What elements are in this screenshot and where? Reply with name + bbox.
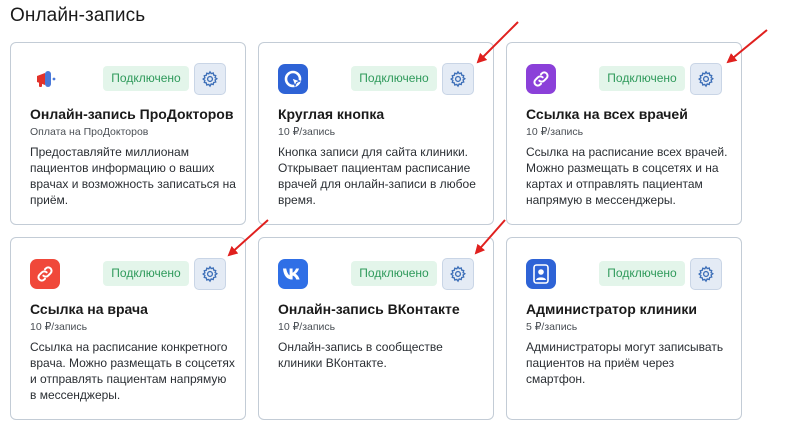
integration-card-prodoctorov: Подключено Онлайн-запись ПроДокторов Опл… [10,42,246,225]
gear-icon [202,70,219,88]
gear-icon [450,70,467,88]
settings-button[interactable] [442,63,474,95]
gear-icon [698,265,715,283]
card-price: Оплата на ПроДокторов [30,126,149,138]
admin-person-icon [526,259,556,289]
integration-card-doctor-link: Подключено Ссылка на врача 10 ₽/запись С… [10,237,246,420]
integration-card-round-button: Подключено Круглая кнопка 10 ₽/запись Кн… [258,42,494,225]
card-description: Ссылка на расписание конкретного врача. … [30,340,235,402]
status-badge: Подключено [599,66,685,91]
card-price: 10 ₽/запись [278,321,336,333]
gear-icon [202,265,219,283]
card-description: Ссылка на расписание всех врачей. Можно … [526,145,728,207]
card-price: 10 ₽/запись [278,126,336,138]
card-title: Круглая кнопка [278,106,385,122]
card-title: Онлайн-запись ПроДокторов [30,106,234,122]
cursor-circle-icon [278,64,308,94]
vk-icon [278,259,308,289]
megaphone-icon [30,64,60,94]
card-price: 10 ₽/запись [526,126,584,138]
card-description: Предоставляйте миллионам пациентов инфор… [30,145,236,207]
card-description: Администраторы могут записывать пациенто… [526,340,724,386]
gear-icon [698,70,715,88]
card-title: Ссылка на всех врачей [526,106,688,122]
page-title: Онлайн-запись [10,5,146,26]
status-badge: Подключено [103,261,189,286]
settings-button[interactable] [194,258,226,290]
status-badge: Подключено [351,261,437,286]
gear-icon [450,265,467,283]
status-badge: Подключено [103,66,189,91]
settings-button[interactable] [442,258,474,290]
integration-card-clinic-admin: Подключено Администратор клиники 5 ₽/зап… [506,237,742,420]
card-title: Ссылка на врача [30,301,148,317]
card-title: Администратор клиники [526,301,698,317]
card-title: Онлайн-запись ВКонтакте [278,301,460,317]
card-description: Кнопка записи для сайта клиники. Открыва… [278,145,476,207]
settings-button[interactable] [690,63,722,95]
settings-button[interactable] [690,258,722,290]
status-badge: Подключено [599,261,685,286]
card-description: Онлайн-запись в сообществе клиники ВКонт… [278,340,443,370]
integration-card-vkontakte: Подключено Онлайн-запись ВКонтакте 10 ₽/… [258,237,494,420]
card-price: 5 ₽/запись [526,321,578,333]
link-icon [526,64,556,94]
settings-button[interactable] [194,63,226,95]
link-icon [30,259,60,289]
integration-card-all-doctors-link: Подключено Ссылка на всех врачей 10 ₽/за… [506,42,742,225]
status-badge: Подключено [351,66,437,91]
card-price: 10 ₽/запись [30,321,88,333]
